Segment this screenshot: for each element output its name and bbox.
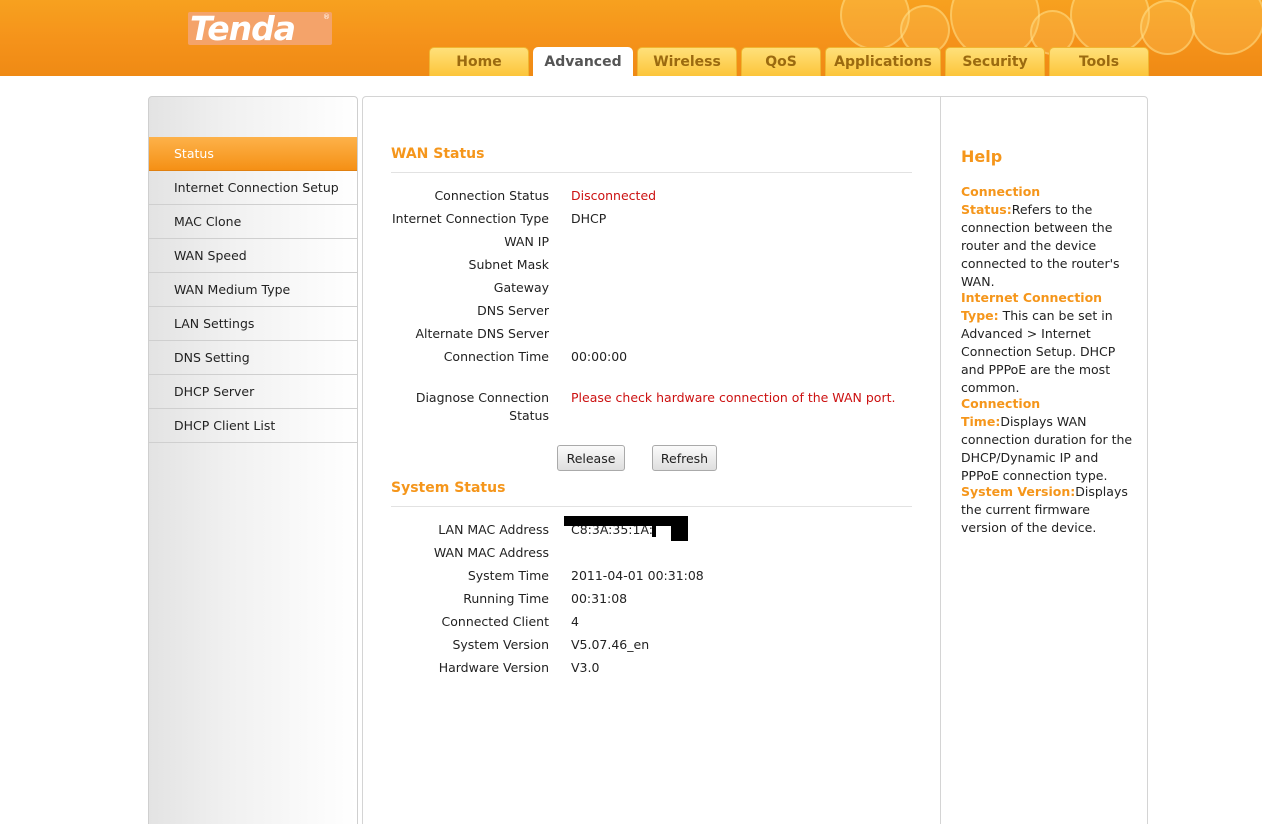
help-connection-time: Connection Time:Displays WAN connection … — [961, 395, 1133, 485]
redaction-bar — [671, 524, 688, 541]
tab-tools[interactable]: Tools — [1049, 47, 1149, 76]
tab-advanced[interactable]: Advanced — [533, 47, 633, 76]
help-key: System Version: — [961, 484, 1076, 499]
sidebar: Status Internet Connection Setup MAC Clo… — [148, 96, 358, 824]
help-title: Help — [961, 147, 1003, 166]
sidebar-item-wan-speed[interactable]: WAN Speed — [149, 239, 357, 273]
tab-security[interactable]: Security — [945, 47, 1045, 76]
sidebar-item-lan-settings[interactable]: LAN Settings — [149, 307, 357, 341]
system-version-label: System Version — [452, 637, 549, 652]
sidebar-item-internet-connection-setup[interactable]: Internet Connection Setup — [149, 171, 357, 205]
wan-ip-label: WAN IP — [504, 234, 549, 249]
wan-mac-label: WAN MAC Address — [433, 545, 549, 560]
diagnose-label-line1: Diagnose Connection — [415, 390, 549, 405]
help-connection-status: Connection Status:Refers to the connecti… — [961, 183, 1133, 291]
connection-status-value: Disconnected — [571, 188, 657, 203]
diagnose-label-line2: Status — [509, 408, 549, 423]
tenda-logo: Tenda ® — [188, 9, 332, 48]
tab-qos[interactable]: QoS — [741, 47, 821, 76]
subnet-mask-label: Subnet Mask — [468, 257, 549, 272]
connected-client-label: Connected Client — [441, 614, 549, 629]
running-time-label: Running Time — [463, 591, 549, 606]
sidebar-item-mac-clone[interactable]: MAC Clone — [149, 205, 357, 239]
system-time-label: System Time — [467, 568, 549, 583]
divider — [391, 172, 912, 173]
main-panel: WAN Status Connection Status Disconnecte… — [362, 96, 1148, 824]
system-status-title: System Status — [391, 480, 506, 496]
refresh-button[interactable]: Refresh — [652, 445, 717, 471]
system-time-value: 2011-04-01 00:31:08 — [571, 568, 704, 583]
divider — [391, 506, 912, 507]
logo-registered-mark: ® — [323, 13, 330, 21]
running-time-value: 00:31:08 — [571, 591, 628, 606]
system-version-value: V5.07.46_en — [571, 637, 650, 652]
connection-time-label: Connection Time — [443, 349, 549, 364]
help-system-version: System Version:Displays the current firm… — [961, 483, 1133, 537]
sidebar-item-dhcp-server[interactable]: DHCP Server — [149, 375, 357, 409]
diagnose-value: Please check hardware connection of the … — [571, 390, 896, 405]
main-nav-tabs: Home Advanced Wireless QoS Applications … — [429, 47, 1149, 76]
wan-status-title: WAN Status — [391, 146, 485, 162]
sidebar-item-dhcp-client-list[interactable]: DHCP Client List — [149, 409, 357, 443]
lan-mac-label: LAN MAC Address — [438, 522, 549, 537]
redaction-bar — [564, 516, 688, 526]
tab-applications[interactable]: Applications — [825, 47, 941, 76]
connection-type-label: Internet Connection Type — [391, 211, 549, 226]
logo-text: Tenda — [190, 9, 296, 48]
dns-server-label: DNS Server — [477, 303, 549, 318]
gateway-label: Gateway — [493, 280, 549, 295]
connection-time-value: 00:00:00 — [571, 349, 628, 364]
header-bar: Tenda ® Home Advanced Wireless QoS Appli… — [0, 0, 1262, 76]
alt-dns-server-label: Alternate DNS Server — [415, 326, 549, 341]
sidebar-menu: Status Internet Connection Setup MAC Clo… — [149, 137, 357, 443]
sidebar-item-dns-setting[interactable]: DNS Setting — [149, 341, 357, 375]
connected-client-value: 4 — [571, 614, 579, 629]
sidebar-item-status[interactable]: Status — [149, 137, 357, 171]
hardware-version-label: Hardware Version — [438, 660, 549, 675]
tab-wireless[interactable]: Wireless — [637, 47, 737, 76]
connection-status-label: Connection Status — [434, 188, 549, 203]
sidebar-item-wan-medium-type[interactable]: WAN Medium Type — [149, 273, 357, 307]
release-button[interactable]: Release — [557, 445, 625, 471]
help-connection-type: Internet Connection Type: This can be se… — [961, 289, 1133, 397]
redaction-bar — [652, 524, 656, 537]
connection-type-value: DHCP — [571, 211, 607, 226]
decor-bubble — [1190, 0, 1262, 55]
tab-home[interactable]: Home — [429, 47, 529, 76]
hardware-version-value: V3.0 — [571, 660, 600, 675]
help-divider — [940, 97, 941, 824]
